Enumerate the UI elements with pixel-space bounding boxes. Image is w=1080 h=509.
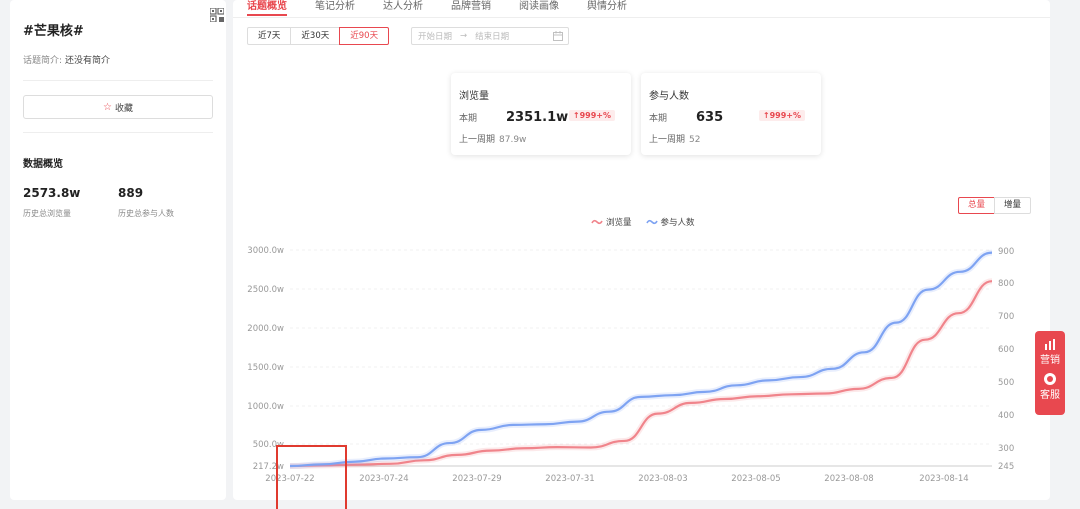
growth-badge: ↑999+% [568, 110, 615, 121]
legend-item-views[interactable]: 浏览量 [591, 216, 632, 228]
current-value: 635 [696, 109, 724, 125]
previous-label: 上一周期 [459, 135, 496, 145]
card-current-row: 本期 2351.1w ↑999+% [459, 109, 623, 125]
growth-value: 999+% [769, 111, 801, 120]
tab-reader-profile[interactable]: 阅读画像 [519, 0, 559, 16]
legend-item-participants[interactable]: 参与人数 [645, 216, 695, 228]
card-previous-row: 上一周期 52 [649, 132, 813, 145]
total-button[interactable]: 总量 [958, 197, 996, 214]
star-icon: ☆ [103, 101, 112, 113]
participants-summary-card: 参与人数 本期 635 ↑999+% 上一周期 52 [641, 73, 821, 155]
current-value: 2351.1w [506, 109, 569, 125]
customer-service-button[interactable]: 客服 [1040, 372, 1060, 401]
card-previous-row: 上一周期 87.9w [459, 132, 623, 145]
arrow-up-icon: ↑ [572, 111, 580, 120]
previous-value: 87.9w [499, 135, 527, 145]
topic-intro: 话题简介: 还没有简介 [23, 53, 110, 66]
stat-value: 2573.8w [23, 186, 81, 200]
floating-action-bar: 营销 客服 [1035, 331, 1065, 415]
chart-legend: 浏览量 参与人数 [591, 216, 695, 228]
intro-value: 还没有简介 [65, 56, 111, 66]
favorite-button[interactable]: ☆ 收藏 [23, 95, 213, 119]
total-increment-toggle: 总量 增量 [958, 197, 1032, 214]
time-range-selector: 近7天 近30天 近90天 [247, 27, 390, 45]
current-label: 本期 [459, 113, 478, 124]
tab-divider [233, 17, 1050, 18]
stat-value: 889 [118, 186, 144, 200]
tab-brand-marketing[interactable]: 品牌营销 [451, 0, 491, 16]
service-label: 客服 [1040, 390, 1060, 401]
marketing-label: 营销 [1040, 355, 1060, 366]
views-summary-card: 浏览量 本期 2351.1w ↑999+% 上一周期 87.9w [451, 73, 631, 155]
arrow-icon: → [460, 31, 468, 41]
tab-sentiment-analysis[interactable]: 舆情分析 [587, 0, 627, 16]
end-date-input[interactable]: 结束日期 [475, 30, 509, 42]
increment-button[interactable]: 增量 [994, 197, 1032, 214]
topic-title: #芒果核# [23, 24, 84, 39]
tab-influencer-analysis[interactable]: 达人分析 [383, 0, 423, 16]
card-title: 参与人数 [649, 91, 689, 102]
legend-line-icon [591, 219, 603, 225]
previous-label: 上一周期 [649, 135, 686, 145]
stat-total-participants: 889 历史总参与人数 [118, 186, 174, 219]
date-range-picker[interactable]: 开始日期 → 结束日期 [411, 27, 569, 45]
data-overview-title: 数据概览 [23, 159, 63, 170]
range-30-days-button[interactable]: 近30天 [290, 27, 341, 45]
favorite-label: 收藏 [114, 103, 133, 114]
tab-note-analysis[interactable]: 笔记分析 [315, 0, 355, 16]
stat-label: 历史总参与人数 [118, 209, 174, 218]
card-current-row: 本期 635 ↑999+% [649, 109, 813, 125]
tab-topic-overview[interactable]: 话题概览 [247, 0, 287, 16]
intro-label: 话题简介: [23, 56, 63, 66]
current-label: 本期 [649, 113, 668, 124]
range-90-days-button[interactable]: 近90天 [339, 27, 390, 45]
analysis-tabs: 话题概览 笔记分析 达人分析 品牌营销 阅读画像 舆情分析 [247, 0, 627, 16]
divider [23, 132, 213, 133]
previous-value: 52 [689, 135, 701, 145]
main-panel: 话题概览 笔记分析 达人分析 品牌营销 阅读画像 舆情分析 近7天 近30天 近… [233, 0, 1050, 500]
growth-badge: ↑999+% [758, 110, 805, 121]
growth-value: 999+% [579, 111, 611, 120]
qr-code-icon[interactable] [210, 8, 224, 22]
marketing-button[interactable]: 营销 [1040, 337, 1060, 366]
legend-line-icon [645, 219, 658, 225]
annotation-highlight-box [276, 445, 347, 509]
divider [23, 80, 213, 81]
stat-total-views: 2573.8w 历史总浏览量 [23, 186, 80, 219]
headset-icon [1044, 373, 1056, 385]
legend-label: 浏览量 [606, 218, 632, 228]
topic-sidebar: #芒果核# 话题简介: 还没有简介 ☆ 收藏 数据概览 2573.8w 历史总浏览… [10, 0, 226, 500]
card-title: 浏览量 [459, 91, 489, 102]
calendar-icon [553, 31, 563, 41]
start-date-input[interactable]: 开始日期 [418, 30, 452, 42]
bar-chart-icon [1045, 339, 1055, 350]
arrow-up-icon: ↑ [762, 111, 770, 120]
legend-label: 参与人数 [660, 218, 695, 228]
stat-label: 历史总浏览量 [23, 209, 71, 218]
range-7-days-button[interactable]: 近7天 [247, 27, 292, 45]
